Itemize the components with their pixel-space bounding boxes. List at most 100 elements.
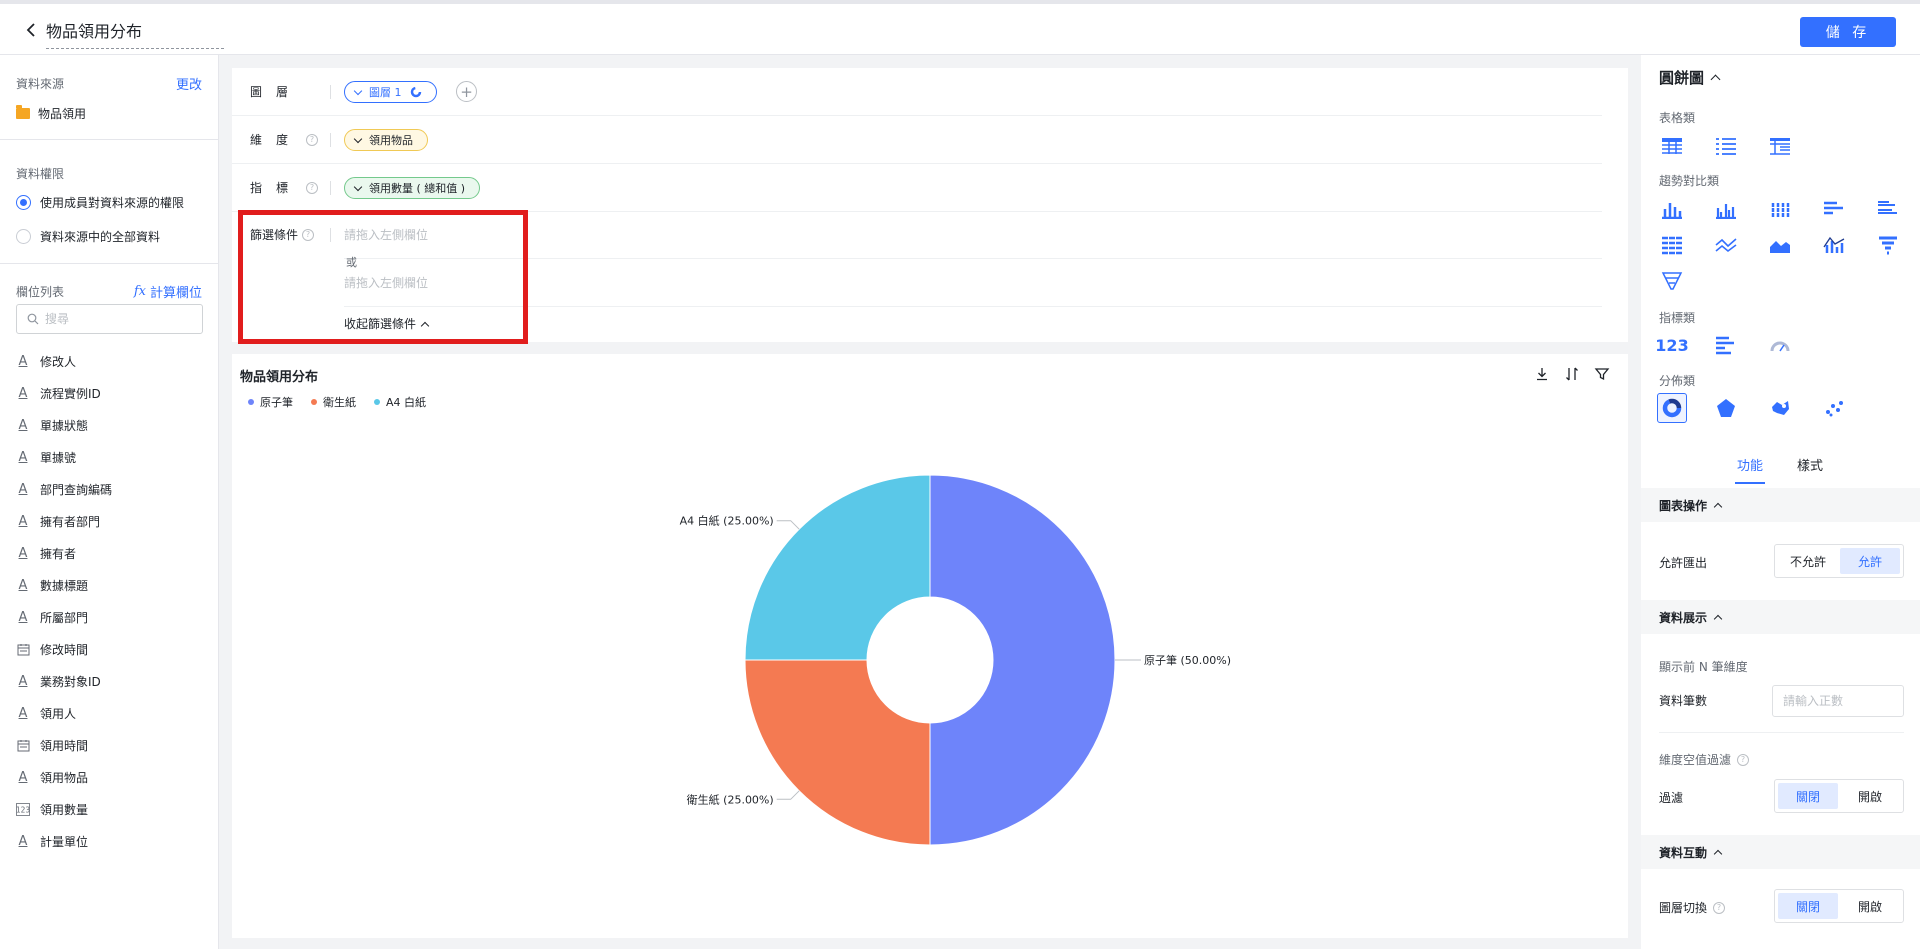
- chart-type-combo-icon[interactable]: [1819, 230, 1849, 260]
- datasource-name: 物品領用: [38, 107, 87, 121]
- field-item[interactable]: 修改時間: [16, 633, 206, 665]
- chart-type-radar-icon[interactable]: [1711, 393, 1741, 423]
- text-field-icon: A: [18, 705, 28, 721]
- sort-icon[interactable]: [1564, 366, 1580, 382]
- chart-type-scatter-icon[interactable]: [1819, 393, 1849, 423]
- chart-type-waterfall-funnel-icon[interactable]: [1657, 266, 1687, 296]
- field-item[interactable]: A 擁有者部門: [16, 505, 206, 537]
- radio-checked[interactable]: [16, 195, 31, 210]
- legend-item[interactable]: 原子筆: [248, 394, 293, 410]
- field-item[interactable]: 123 領用數量: [16, 793, 206, 825]
- dimension-pill[interactable]: 領用物品: [344, 129, 428, 151]
- page-title[interactable]: 物品領用分布: [46, 18, 224, 49]
- pie-data-label: 原子筆 (50.00%): [1144, 653, 1231, 667]
- back-arrow-icon[interactable]: [24, 22, 38, 38]
- filter-option-off[interactable]: 關閉: [1778, 783, 1838, 809]
- highlight-box: [238, 210, 528, 344]
- download-icon[interactable]: [1534, 366, 1550, 382]
- filter-toggle-label: 過濾: [1659, 791, 1684, 805]
- chart-type-list-icon[interactable]: [1711, 131, 1741, 161]
- tab-function[interactable]: 功能: [1737, 455, 1763, 474]
- chart-type-kpi-icon[interactable]: 123: [1655, 330, 1688, 360]
- dimension-label: 維度 ?: [250, 131, 319, 148]
- help-icon[interactable]: ?: [306, 181, 319, 194]
- legend-item[interactable]: A4 白紙: [374, 394, 426, 410]
- layer-switch-off[interactable]: 關閉: [1778, 893, 1838, 919]
- help-icon[interactable]: ?: [1713, 901, 1726, 914]
- field-item[interactable]: A 單據號: [16, 441, 206, 473]
- radio-unchecked[interactable]: [16, 229, 31, 244]
- text-field-icon: A: [18, 673, 28, 689]
- help-icon[interactable]: ?: [306, 133, 319, 146]
- field-item[interactable]: A 修改人: [16, 345, 206, 377]
- field-item[interactable]: A 領用人: [16, 697, 206, 729]
- chart-type-stacked-column-icon[interactable]: [1765, 194, 1795, 224]
- chart-type-table-icon[interactable]: [1657, 131, 1687, 161]
- chart-type-progress-icon[interactable]: [1711, 330, 1741, 360]
- metric-pill-label: 領用數量 ( 總和值 ): [369, 182, 466, 195]
- export-option-allow[interactable]: 允許: [1840, 548, 1900, 574]
- field-item[interactable]: A 擁有者: [16, 537, 206, 569]
- field-item[interactable]: A 部門查詢編碼: [16, 473, 206, 505]
- calc-field-link[interactable]: fx 計算欄位: [134, 282, 202, 301]
- field-item[interactable]: A 領用物品: [16, 761, 206, 793]
- data-count-label: 資料筆數: [1659, 694, 1708, 708]
- tab-style[interactable]: 樣式: [1797, 455, 1823, 474]
- permission-option-label: 資料來源中的全部資料: [40, 230, 161, 244]
- search-input[interactable]: [45, 312, 195, 326]
- save-button[interactable]: 儲 存: [1800, 17, 1896, 47]
- change-datasource-link[interactable]: 更改: [176, 74, 202, 93]
- chart-type-pivot-icon[interactable]: [1765, 131, 1795, 161]
- data-count-input[interactable]: [1772, 685, 1904, 717]
- filter-option-on[interactable]: 開啟: [1840, 783, 1900, 809]
- field-item[interactable]: A 所屬部門: [16, 601, 206, 633]
- chart-type-grouped-bar-icon[interactable]: [1873, 194, 1903, 224]
- layer-pill[interactable]: 圖層 1: [344, 81, 437, 103]
- field-item[interactable]: A 業務對象ID: [16, 665, 206, 697]
- field-item[interactable]: A 數據標題: [16, 569, 206, 601]
- chart-type-grouped-column-icon[interactable]: [1711, 194, 1741, 224]
- separator: [330, 133, 331, 147]
- layer-switch-on[interactable]: 開啟: [1840, 893, 1900, 919]
- help-icon[interactable]: ?: [1737, 753, 1750, 766]
- settings-tabs: 功能 樣式: [1641, 443, 1920, 485]
- chart-type-stacked-bar-icon[interactable]: [1657, 230, 1687, 260]
- pie-slice[interactable]: [744, 659, 931, 846]
- chevron-up-icon: [1713, 502, 1723, 512]
- pie-slice[interactable]: [929, 474, 1116, 846]
- chart-type-pie-icon[interactable]: [1657, 393, 1687, 423]
- pie-slice[interactable]: [744, 474, 931, 661]
- chevron-up-icon: [1710, 74, 1721, 85]
- datasource-item[interactable]: 物品領用: [16, 105, 86, 122]
- field-item[interactable]: A 計量單位: [16, 825, 206, 857]
- section-data-display[interactable]: 資料展示: [1641, 600, 1920, 634]
- metric-label: 指標 ?: [250, 179, 319, 196]
- field-item[interactable]: A 單據狀態: [16, 409, 206, 441]
- layer-row: 圖層 圖層 1 +: [232, 68, 1602, 116]
- field-item[interactable]: 領用時間: [16, 729, 206, 761]
- chart-type-area-icon[interactable]: [1765, 230, 1795, 260]
- chart-type-map-icon[interactable]: [1765, 393, 1795, 423]
- chart-type-funnel-icon[interactable]: [1873, 230, 1903, 260]
- dimension-pill-label: 領用物品: [369, 134, 413, 147]
- field-item[interactable]: A 流程實例ID: [16, 377, 206, 409]
- add-layer-button[interactable]: +: [456, 81, 477, 102]
- permission-option-member[interactable]: 使用成員對資料來源的權限: [16, 194, 184, 211]
- export-option-disallow[interactable]: 不允許: [1778, 548, 1838, 574]
- metric-pill[interactable]: 領用數量 ( 總和值 ): [344, 177, 481, 199]
- chart-type-gauge-icon[interactable]: [1765, 330, 1795, 360]
- chart-type-bar-icon[interactable]: [1819, 194, 1849, 224]
- permission-option-all[interactable]: 資料來源中的全部資料: [16, 228, 160, 245]
- calendar-icon: [16, 642, 30, 656]
- chart-type-header[interactable]: 圓餅圖: [1659, 67, 1721, 88]
- filter-icon[interactable]: [1594, 366, 1610, 382]
- left-sidebar: 資料來源 更改 物品領用 資料權限 使用成員對資料來源的權限 資料來源中的全部資…: [0, 55, 219, 949]
- section-chart-ops[interactable]: 圖表操作: [1641, 488, 1920, 522]
- legend-item[interactable]: 衛生紙: [311, 394, 356, 410]
- chart-type-line-icon[interactable]: [1711, 230, 1741, 260]
- chart-type-column-icon[interactable]: [1657, 194, 1687, 224]
- field-search[interactable]: [16, 304, 203, 334]
- layer-switch-row: 圖層切換 ?: [1659, 899, 1726, 916]
- section-interaction[interactable]: 資料互動: [1641, 835, 1920, 869]
- field-label: 領用人: [40, 706, 77, 721]
